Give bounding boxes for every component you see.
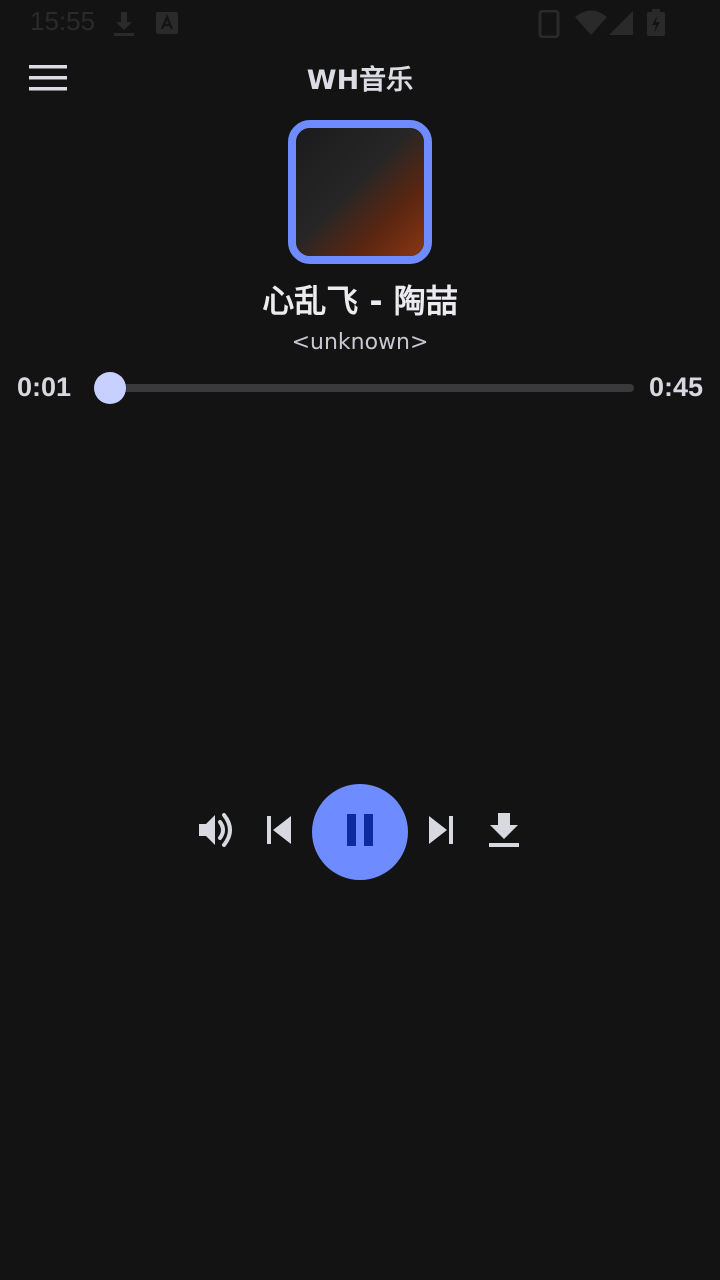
album-art-image — [296, 128, 424, 256]
seek-bar[interactable] — [93, 372, 634, 404]
total-time: 0:45 — [648, 372, 703, 402]
pause-icon — [346, 813, 374, 851]
status-time: 15:55 — [30, 6, 96, 36]
seek-bar-thumb[interactable] — [93, 372, 126, 404]
volume-up-icon — [196, 810, 236, 854]
playback-controls — [0, 784, 720, 880]
previous-button[interactable] — [256, 808, 304, 856]
volume-button[interactable] — [192, 808, 240, 856]
skip-previous-icon — [265, 814, 295, 850]
status-bar: 15:55 — [0, 0, 720, 48]
current-time: 0:01 — [17, 372, 72, 402]
download-button[interactable] — [480, 808, 528, 856]
skip-next-icon — [425, 814, 455, 850]
album-art — [288, 120, 432, 264]
cellular-signal-icon — [608, 10, 634, 40]
song-title: 心乱飞 - 陶喆 — [262, 282, 458, 320]
app-title: WH音乐 — [306, 65, 414, 96]
download-notification-icon — [112, 10, 136, 42]
song-artist: <unknown> — [291, 330, 429, 355]
battery-charging-icon — [646, 9, 666, 41]
download-icon — [487, 811, 521, 853]
app-notification-icon — [156, 12, 178, 38]
wifi-icon — [574, 10, 608, 40]
play-pause-button[interactable] — [312, 784, 408, 880]
next-button[interactable] — [416, 808, 464, 856]
phone-vibrate-icon — [538, 9, 560, 42]
